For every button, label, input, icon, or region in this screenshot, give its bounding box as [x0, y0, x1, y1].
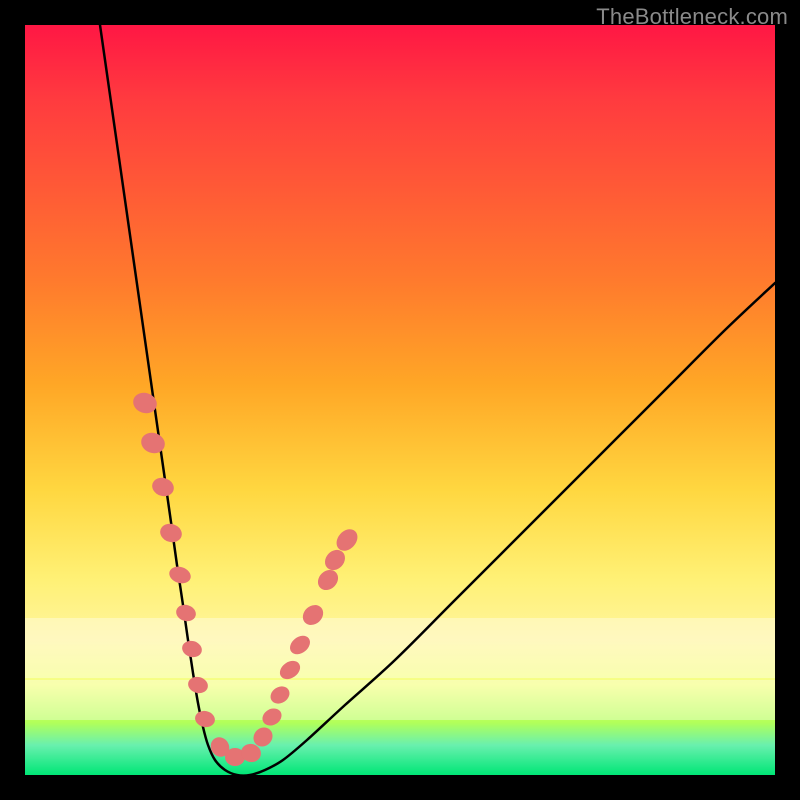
highlight-band [25, 680, 775, 720]
gradient-panel [25, 25, 775, 775]
highlight-band [25, 618, 775, 678]
